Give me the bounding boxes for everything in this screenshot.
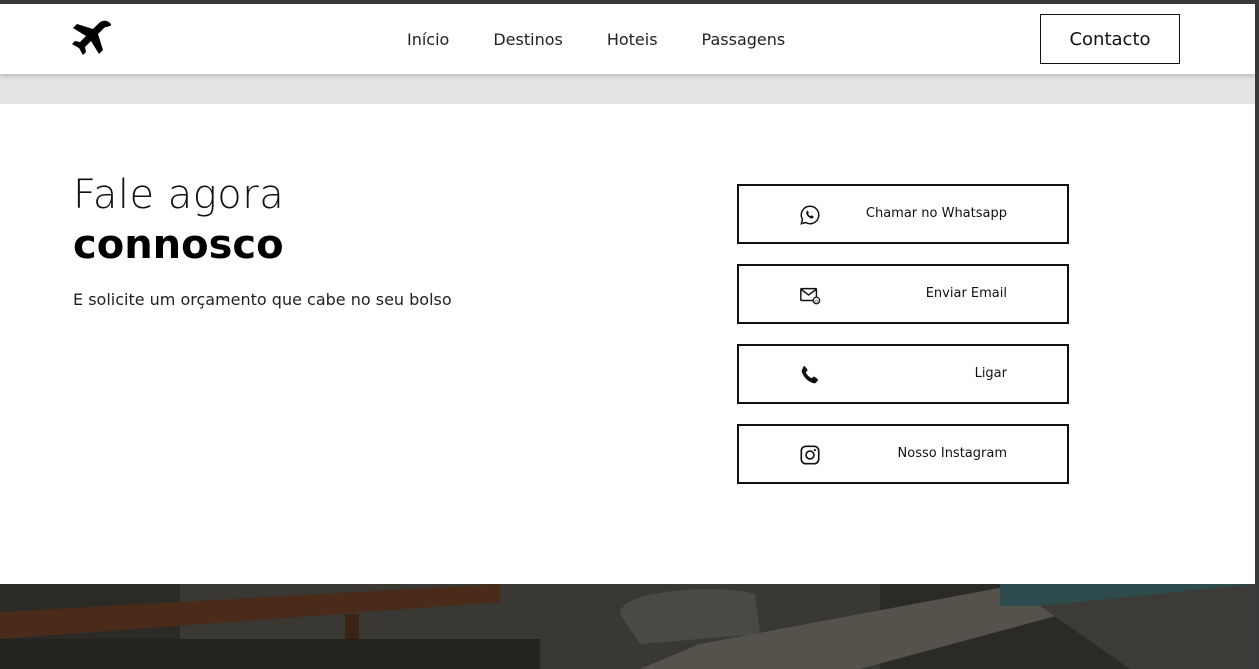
nav-link-hoteis[interactable]: Hoteis: [607, 30, 658, 50]
email-label: Enviar Email: [925, 286, 1007, 301]
whatsapp-button[interactable]: Chamar no Whatsapp: [737, 184, 1069, 244]
svg-text:@: @: [814, 298, 819, 304]
call-label: Ligar: [974, 366, 1007, 381]
contact-button[interactable]: Contacto: [1040, 14, 1180, 64]
call-button[interactable]: Ligar: [737, 344, 1069, 404]
email-icon: @: [800, 287, 821, 305]
header-divider-band: [0, 74, 1255, 104]
resort-photo-image: [0, 584, 1255, 669]
airplane-icon[interactable]: [71, 18, 115, 62]
instagram-icon: [800, 445, 820, 465]
site-header: Início Destinos Hoteis Passagens Contact…: [0, 4, 1255, 74]
email-button[interactable]: @ Enviar Email: [737, 264, 1069, 324]
instagram-button[interactable]: Nosso Instagram: [737, 424, 1069, 484]
hero-subtitle: E solicite um orçamento que cabe no seu …: [73, 290, 452, 309]
nav-link-passagens[interactable]: Passagens: [702, 30, 786, 50]
whatsapp-icon: [800, 205, 820, 225]
main-nav: Início Destinos Hoteis Passagens: [407, 30, 829, 50]
window-right-border: [1255, 0, 1259, 669]
instagram-label: Nosso Instagram: [897, 446, 1007, 461]
nav-link-destinos[interactable]: Destinos: [493, 30, 562, 50]
background-photo: [0, 584, 1255, 669]
whatsapp-label: Chamar no Whatsapp: [865, 206, 1007, 221]
headline-bold: connosco: [73, 222, 284, 268]
nav-link-inicio[interactable]: Início: [407, 30, 449, 50]
phone-icon: [801, 366, 819, 384]
headline-light: Fale agora: [73, 172, 285, 218]
